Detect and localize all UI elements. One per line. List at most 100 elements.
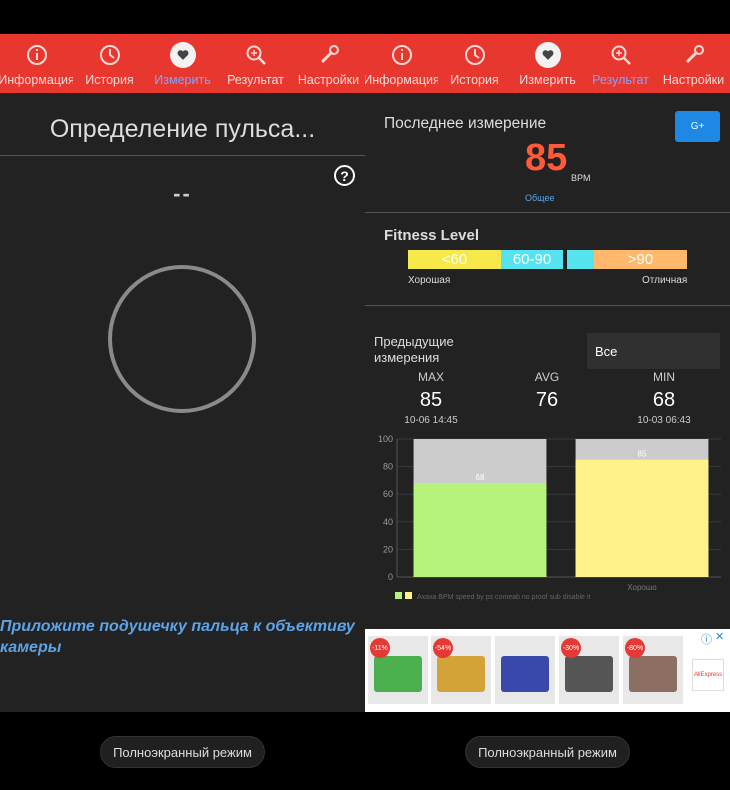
tab-history[interactable]: История [438,34,511,93]
discount-badge: -11% [370,638,390,658]
y-tick-label: 100 [378,434,393,444]
bar-value-label: 68 [476,473,485,482]
tab-settings-label: Настройки [297,73,360,87]
y-tick-label: 60 [383,489,393,499]
tab-result-label: Результат [592,73,649,87]
tab-history[interactable]: История [73,34,146,93]
tab-settings-label: Настройки [662,73,725,87]
stat-avg-value: 76 [535,389,559,411]
bpm-value: 85 [525,137,568,179]
instruction-text: Приложите подушечку пальца к объективу к… [0,618,355,656]
history-bar-chart: 0 20 40 60 80 100 68 85 Хорошо Ахаха BPM speed by… [378,434,721,601]
history-icon [462,42,488,68]
ad-product-image [501,656,549,692]
tab-history-label: История [85,73,134,87]
bar-value-label: 85 [638,450,647,459]
measure-content: Определение пульса... ? -- Приложите под… [0,93,365,712]
measure-screen: Информация История Измерить Результат На… [0,0,365,790]
last-measurement-label: Последнее измерение [384,115,547,132]
fitness-segment-mid: 60-90 [501,250,563,269]
y-tick-label: 0 [388,572,393,582]
legend-swatch [405,592,412,599]
stat-max-value: 85 [419,389,443,411]
status-bar [0,0,365,34]
bar [575,459,709,577]
progress-ring [108,265,256,413]
ad-item[interactable]: -54% [431,636,491,704]
discount-badge: -80% [625,638,645,658]
heart-icon [169,42,196,68]
previous-measurements-label: Предыдущие измерения [374,334,454,365]
status-label: Общее [525,193,555,203]
fitness-caption-excellent: Отличная [642,275,688,286]
discount-badge: -30% [561,638,581,658]
aliexpress-logo: AliExpress [692,659,724,691]
wrench-icon [681,42,707,68]
legend-label: Ахаха BPM speed by ps comeab no proof su… [417,594,590,601]
discount-badge: -54% [433,638,453,658]
stat-avg-label: AVG [534,370,560,384]
tab-result[interactable]: Результат [584,34,657,93]
tab-settings[interactable]: Настройки [657,34,730,93]
page-title: Определение пульса... [49,115,316,143]
fullscreen-button[interactable]: Полноэкранный режим [465,736,630,768]
stat-min-time: 10-03 06:43 [637,415,691,426]
tab-measure-label: Измерить [519,73,576,87]
tab-result[interactable]: Результат [219,34,292,93]
ad-product-image [629,656,677,692]
tab-info-label: Информация [365,73,438,87]
close-icon[interactable]: ✕ [715,630,724,643]
result-screen: Информация История Измерить Результат На… [365,0,730,790]
bpm-unit: BPM [571,173,591,183]
x-category-label: Хорошо [627,583,657,592]
stat-min-value: 68 [652,389,676,411]
bar [413,483,547,577]
y-tick-label: 20 [383,544,393,554]
ad-item[interactable]: -11% [368,636,428,704]
stat-max-label: MAX [417,370,444,384]
tab-measure[interactable]: Измерить [511,34,584,93]
share-button[interactable]: G+ [675,111,720,142]
y-tick-label: 80 [383,462,393,472]
tab-result-label: Результат [227,73,284,87]
tab-measure[interactable]: Измерить [146,34,219,93]
result-search-icon [243,42,269,68]
footer: Полноэкранный режим [0,712,365,790]
history-icon [97,42,123,68]
ad-product-image [437,656,485,692]
stat-max-time: 10-06 14:45 [404,415,458,426]
fitness-level-label: Fitness Level [384,227,480,244]
ad-item[interactable]: -30% [559,636,619,704]
ad-item[interactable]: -80% [623,636,683,704]
result-content: Последнее измерение G+ 85 BPM Общее Fitn… [365,93,730,712]
heart-icon [534,42,561,68]
ad-banner[interactable]: -11% -54% -30% -80% AliExpress ⓘ ✕ [365,629,730,712]
wrench-icon [316,42,342,68]
legend-swatch [395,592,402,599]
tab-measure-label: Измерить [154,73,211,87]
divider [0,155,365,156]
stat-min-label: MIN [653,370,675,384]
y-tick-label: 40 [383,517,393,527]
pulse-value: -- [173,181,192,206]
fitness-segment-mid2 [567,250,594,269]
fitness-caption-good: Хорошая [408,275,451,286]
fullscreen-button[interactable]: Полноэкранный режим [100,736,265,768]
ad-product-image [565,656,613,692]
result-search-icon [608,42,634,68]
nav-bar: Информация История Измерить Результат На… [0,34,365,93]
info-icon[interactable]: ⓘ [701,631,712,647]
ad-item[interactable] [495,636,555,704]
ad-product-image [374,656,422,692]
nav-bar: Информация История Измерить Результат На… [365,34,730,93]
tab-info-label: Информация [0,73,73,87]
tab-info[interactable]: Информация [0,34,73,93]
tab-info[interactable]: Информация [365,34,438,93]
filter-select[interactable]: Все [587,333,720,369]
info-icon [389,42,415,68]
tab-settings[interactable]: Настройки [292,34,365,93]
fitness-segment-high: >90 [594,250,687,269]
fitness-segment-low: <60 [408,250,501,269]
divider [365,212,730,213]
tab-history-label: История [450,73,499,87]
